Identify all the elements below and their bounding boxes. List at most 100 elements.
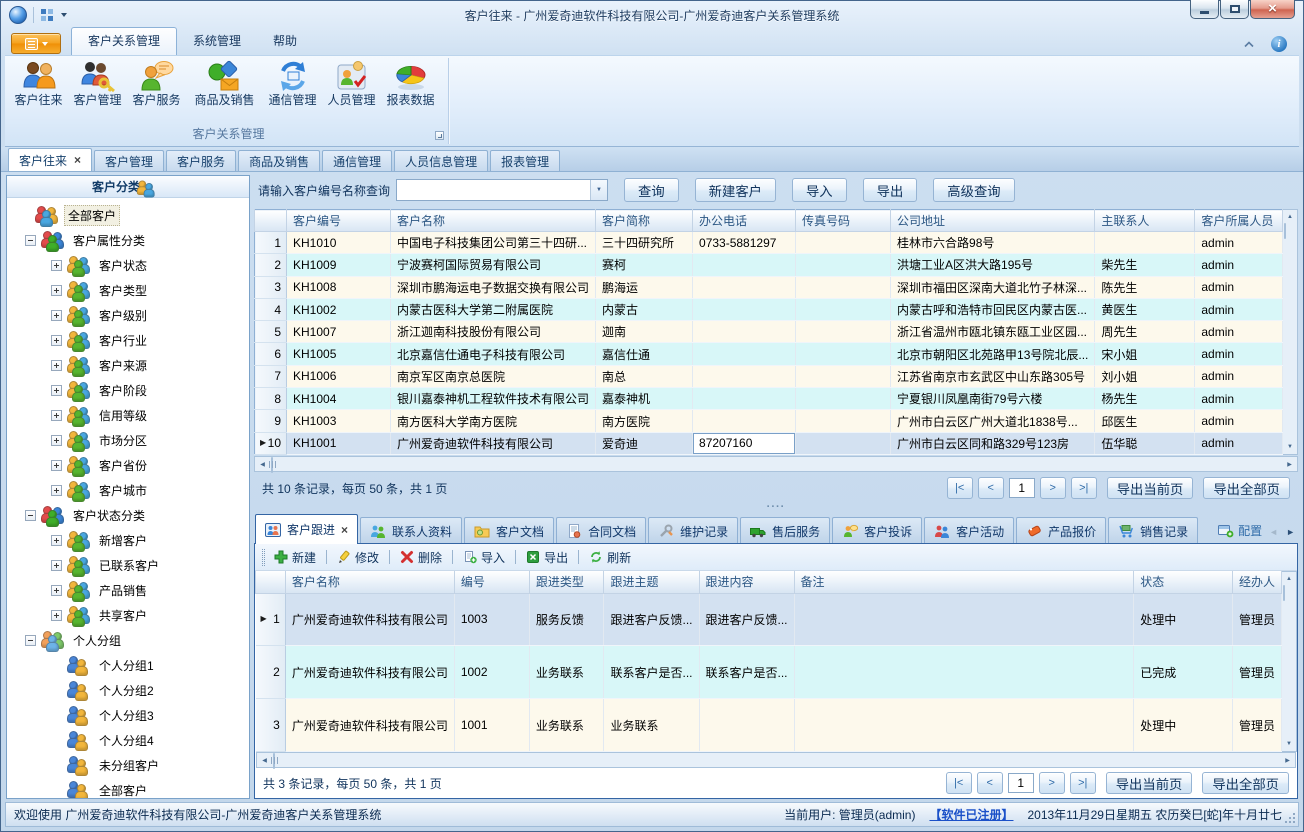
cell[interactable]: 陈先生 <box>1095 276 1195 298</box>
row-indicator[interactable]: 3 <box>255 276 287 298</box>
expand-toggle-icon[interactable] <box>51 360 62 371</box>
table-row[interactable]: 6KH1005北京嘉信仕通电子科技有限公司嘉信仕通北京市朝阳区北苑路甲13号院北… <box>255 343 1283 365</box>
doc-tab-communication[interactable]: 通信管理 <box>322 150 392 171</box>
cell[interactable]: 管理员 <box>1232 699 1281 752</box>
cell[interactable] <box>693 388 796 410</box>
doc-tab-customer-service[interactable]: 客户服务 <box>166 150 236 171</box>
cell[interactable]: 桂林市六合路98号 <box>891 232 1095 254</box>
scroll-left-icon[interactable] <box>255 457 270 471</box>
column-header[interactable]: 客户所属人员 <box>1195 210 1283 232</box>
row-indicator[interactable]: 6 <box>255 343 287 365</box>
scrollbar-thumb[interactable] <box>1284 223 1286 239</box>
cell[interactable]: 广州爱奇迪软件科技有限公司 <box>285 593 454 646</box>
table-row[interactable]: 8KH1004银川嘉泰神机工程软件技术有限公司嘉泰神机宁夏银川凤凰南街79号六楼… <box>255 388 1283 410</box>
cell[interactable] <box>796 388 891 410</box>
tree-item-customer-level[interactable]: 客户级别 <box>7 303 249 328</box>
cell[interactable]: 联系客户是否... <box>699 646 794 699</box>
import-records-button[interactable]: 导入 <box>463 549 505 566</box>
row-indicator[interactable]: 5 <box>255 321 287 343</box>
cell[interactable] <box>1095 232 1195 254</box>
cell[interactable]: admin <box>1195 254 1283 276</box>
collapse-toggle-icon[interactable] <box>25 235 36 246</box>
tree-item-attribute-category[interactable]: 客户属性分类 <box>7 228 249 253</box>
cell[interactable]: 已完成 <box>1134 646 1233 699</box>
import-button[interactable]: 导入 <box>792 178 847 202</box>
tree-item-product-sales[interactable]: 产品销售 <box>7 578 249 603</box>
tab-customer-docs[interactable]: 客户文档 <box>464 517 554 544</box>
cell[interactable]: admin <box>1195 276 1283 298</box>
tab-product-quotes[interactable]: 产品报价 <box>1016 517 1106 544</box>
expand-toggle-icon[interactable] <box>51 285 62 296</box>
prev-page-button[interactable]: < <box>978 477 1004 499</box>
table-row[interactable]: 2广州爱奇迪软件科技有限公司1002业务联系联系客户是否...联系客户是否...… <box>256 646 1282 699</box>
cell[interactable]: 南总 <box>596 365 693 387</box>
expand-toggle-icon[interactable] <box>51 310 62 321</box>
cell[interactable]: 处理中 <box>1134 593 1233 646</box>
tree-item-customer-city[interactable]: 客户城市 <box>7 478 249 503</box>
cell[interactable]: admin <box>1195 388 1283 410</box>
expand-toggle-icon[interactable] <box>51 260 62 271</box>
cell[interactable]: 洪塘工业A区洪大路195号 <box>891 254 1095 276</box>
export-records-button[interactable]: 导出 <box>526 549 568 566</box>
category-settings-icon[interactable] <box>137 181 157 196</box>
close-button[interactable] <box>1250 0 1295 19</box>
ribbon-tab-help[interactable]: 帮助 <box>257 28 313 55</box>
column-header[interactable]: 公司地址 <box>891 210 1095 232</box>
scroll-up-icon[interactable] <box>1283 210 1297 224</box>
row-indicator[interactable]: 8 <box>255 388 287 410</box>
table-row[interactable]: 7KH1006南京军区南京总医院南总江苏省南京市玄武区中山东路305号刘小姐ad… <box>255 365 1283 387</box>
cell[interactable]: admin <box>1195 232 1283 254</box>
cell[interactable]: 三十四研究所 <box>596 232 693 254</box>
cell[interactable]: 银川嘉泰神机工程软件技术有限公司 <box>391 388 596 410</box>
expand-toggle-icon[interactable] <box>51 485 62 496</box>
tab-sales-records[interactable]: 销售记录 <box>1108 517 1198 544</box>
tab-maintenance-records[interactable]: 维护记录 <box>648 517 738 544</box>
page-number-input[interactable] <box>1008 773 1034 793</box>
customer-contacts-button[interactable]: 客户往来 <box>9 59 68 108</box>
column-header[interactable]: 主联系人 <box>1095 210 1195 232</box>
column-header[interactable]: 经办人 <box>1232 571 1281 593</box>
row-indicator[interactable]: 1 <box>256 593 286 646</box>
table-row[interactable]: 1KH1010中国电子科技集团公司第三十四研...三十四研究所0733-5881… <box>255 232 1283 254</box>
tree-item-contacted-customers[interactable]: 已联系客户 <box>7 553 249 578</box>
cell[interactable]: 广州爱奇迪软件科技有限公司 <box>285 646 454 699</box>
cell[interactable]: 跟进客户反馈... <box>699 593 794 646</box>
column-header[interactable]: 传真号码 <box>796 210 891 232</box>
tab-after-sales[interactable]: 售后服务 <box>740 517 830 544</box>
tree-item-all-customers-group[interactable]: 全部客户 <box>7 778 249 798</box>
tab-activities[interactable]: 客户活动 <box>924 517 1014 544</box>
query-button[interactable]: 查询 <box>624 178 679 202</box>
cell[interactable]: 业务联系 <box>529 699 604 752</box>
app-logo-icon[interactable] <box>9 6 27 24</box>
first-page-button[interactable]: |< <box>947 477 973 499</box>
cell[interactable] <box>693 254 796 276</box>
cell[interactable]: 跟进客户反馈... <box>604 593 699 646</box>
doc-tab-reports[interactable]: 报表管理 <box>490 150 560 171</box>
collapse-toggle-icon[interactable] <box>25 635 36 646</box>
tree-item-new-customers[interactable]: 新增客户 <box>7 528 249 553</box>
cell[interactable]: 广州市白云区同和路329号123房 <box>891 432 1095 454</box>
cell[interactable] <box>693 410 796 432</box>
first-page-button[interactable]: |< <box>946 772 972 794</box>
cell[interactable] <box>693 365 796 387</box>
cell[interactable]: 赛柯 <box>596 254 693 276</box>
table-row-selected[interactable]: 10KH1001广州爱奇迪软件科技有限公司爱奇迪87207160广州市白云区同和… <box>255 432 1283 454</box>
table-row[interactable]: 5KH1007浙江迦南科技股份有限公司迦南浙江省温州市瓯北镇东瓯工业区园...周… <box>255 321 1283 343</box>
cell[interactable]: 内蒙古呼和浩特市回民区内蒙古医... <box>891 298 1095 320</box>
row-indicator[interactable]: 2 <box>256 646 286 699</box>
cell[interactable]: 内蒙古 <box>596 298 693 320</box>
cell[interactable]: 爱奇迪 <box>596 432 693 454</box>
column-header[interactable]: 办公电话 <box>693 210 796 232</box>
column-header[interactable]: 客户简称 <box>596 210 693 232</box>
doc-tab-personnel-info[interactable]: 人员信息管理 <box>394 150 488 171</box>
maximize-button[interactable] <box>1220 0 1249 19</box>
cell[interactable]: 深圳市鹏海运电子数据交换有限公司 <box>391 276 596 298</box>
cell[interactable]: 处理中 <box>1134 699 1233 752</box>
cell[interactable]: 广州爱奇迪软件科技有限公司 <box>391 432 596 454</box>
table-row[interactable]: 3KH1008深圳市鹏海运电子数据交换有限公司鹏海运深圳市福田区深南大道北竹子林… <box>255 276 1283 298</box>
export-all-pages-button[interactable]: 导出全部页 <box>1202 772 1289 794</box>
cell[interactable]: 迦南 <box>596 321 693 343</box>
expand-toggle-icon[interactable] <box>51 535 62 546</box>
column-header[interactable]: 客户名称 <box>391 210 596 232</box>
column-header[interactable]: 备注 <box>794 571 1134 593</box>
